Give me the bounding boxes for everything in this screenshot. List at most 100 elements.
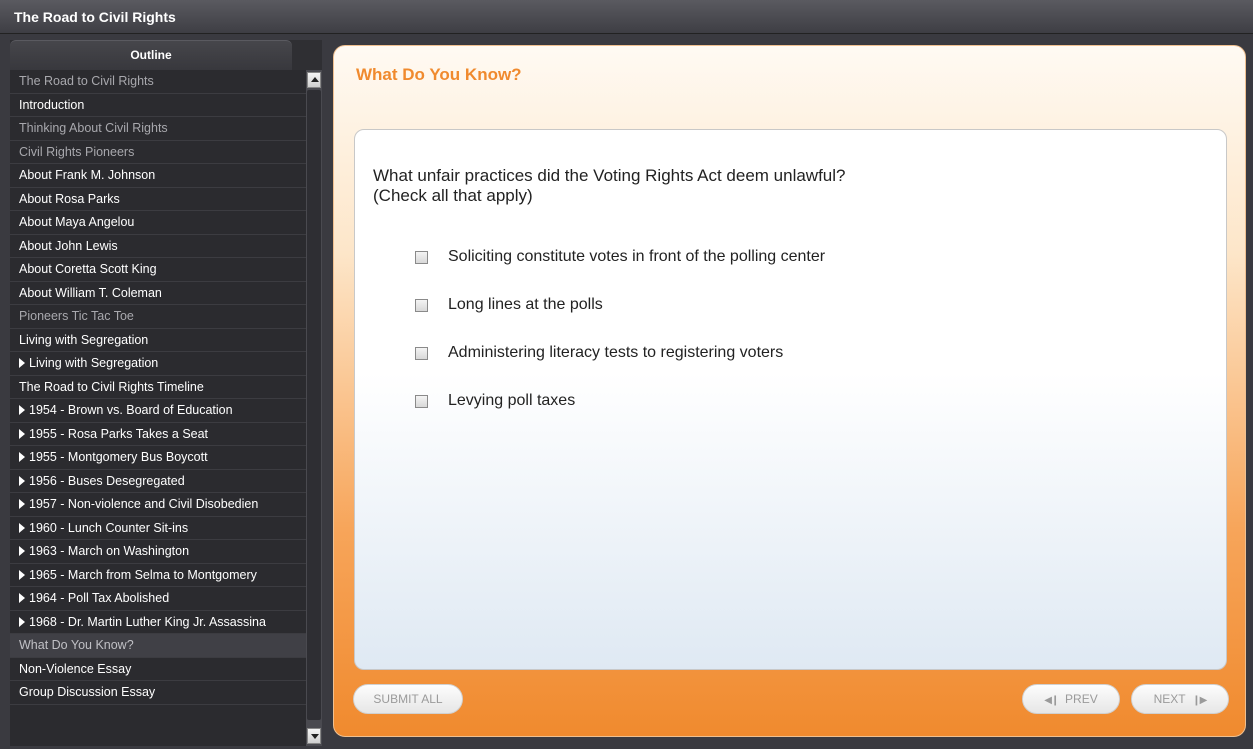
sidebar-item[interactable]: Pioneers Tic Tac Toe — [10, 305, 306, 329]
answer-option[interactable]: Levying poll taxes — [415, 389, 825, 413]
prev-label: PREV — [1065, 692, 1098, 706]
answer-checkbox[interactable] — [415, 346, 428, 360]
answer-option-label[interactable]: Soliciting constitute votes in front of … — [448, 248, 825, 266]
sidebar-item[interactable]: 1963 - March on Washington — [10, 540, 306, 564]
sidebar-item[interactable]: The Road to Civil Rights Timeline — [10, 376, 306, 399]
sidebar-item[interactable]: What Do You Know? — [10, 634, 306, 658]
answer-checkbox[interactable] — [415, 394, 428, 408]
sidebar-item-label: What Do You Know? — [19, 638, 134, 652]
sidebar-item-label: Living with Segregation — [19, 332, 149, 347]
answer-option[interactable]: Administering literacy tests to register… — [415, 341, 825, 365]
sidebar-item-label: 1968 - Dr. Martin Luther King Jr. Assass… — [29, 614, 266, 629]
sidebar-item-label: About Frank M. Johnson — [19, 168, 156, 182]
outline-sidebar: Outline The Road to Civil Rights Introduc… — [10, 40, 322, 746]
sidebar-item[interactable]: About Maya Angelou — [10, 211, 306, 235]
sidebar-item[interactable]: Thinking About Civil Rights — [10, 117, 306, 141]
question-line: What unfair practices did the Voting Rig… — [373, 166, 846, 185]
window-titlebar: The Road to Civil Rights — [0, 0, 1253, 34]
sidebar-item-label: About Coretta Scott King — [19, 262, 157, 276]
content-frame: What Do You Know? What unfair practices … — [333, 45, 1246, 737]
sidebar-item-label: About Rosa Parks — [19, 191, 120, 206]
outline-scrollbar[interactable] — [306, 70, 322, 746]
outline-tab-label: Outline — [130, 48, 172, 62]
arrow-down-icon — [311, 734, 319, 739]
answer-options: Soliciting constitute votes in front of … — [415, 245, 825, 437]
arrow-up-icon — [311, 77, 319, 82]
next-label: NEXT — [1153, 692, 1186, 706]
sidebar-item-label: 1964 - Poll Tax Abolished — [29, 591, 170, 605]
expand-arrow-icon[interactable] — [19, 546, 25, 556]
sidebar-item[interactable]: 1955 - Montgomery Bus Boycott — [10, 446, 306, 470]
sidebar-item-label: Non-Violence Essay — [19, 661, 132, 676]
answer-option-label[interactable]: Levying poll taxes — [448, 392, 575, 410]
sidebar-item-label: The Road to Civil Rights — [19, 74, 154, 88]
sidebar-item-label: 1965 - March from Selma to Montgomery — [29, 567, 257, 582]
sidebar-item-label: 1955 - Rosa Parks Takes a Seat — [29, 426, 209, 441]
tab-outline[interactable]: Outline — [10, 40, 292, 70]
sidebar-item-label: 1960 - Lunch Counter Sit-ins — [29, 520, 189, 535]
sidebar-item[interactable]: 1960 - Lunch Counter Sit-ins — [10, 517, 306, 540]
answer-option-label[interactable]: Administering literacy tests to register… — [448, 344, 783, 362]
sidebar-item-label: 1957 - Non-violence and Civil Disobedien — [29, 497, 259, 511]
sidebar-item[interactable]: Group Discussion Essay — [10, 681, 306, 705]
answer-checkbox[interactable] — [415, 250, 428, 264]
question-instruction: (Check all that apply) — [373, 186, 533, 205]
sidebar-item[interactable]: About John Lewis — [10, 235, 306, 258]
sidebar-item-label: About John Lewis — [19, 238, 118, 253]
sidebar-item[interactable]: The Road to Civil Rights — [10, 70, 306, 94]
scroll-down-button[interactable] — [307, 728, 321, 744]
sidebar-item[interactable]: 1957 - Non-violence and Civil Disobedien — [10, 493, 306, 517]
expand-arrow-icon[interactable] — [19, 499, 25, 509]
sidebar-item[interactable]: About Coretta Scott King — [10, 258, 306, 282]
sidebar-item-label: The Road to Civil Rights Timeline — [19, 379, 204, 394]
answer-checkbox[interactable] — [415, 298, 428, 312]
prev-button[interactable]: ◀❙ PREV — [1022, 684, 1120, 714]
sidebar-item[interactable]: 1968 - Dr. Martin Luther King Jr. Assass… — [10, 611, 306, 634]
answer-option[interactable]: Long lines at the polls — [415, 293, 825, 317]
prev-icon: ◀❙ — [1044, 695, 1059, 706]
expand-arrow-icon[interactable] — [19, 593, 25, 603]
expand-arrow-icon[interactable] — [19, 569, 25, 580]
sidebar-item-label: About Maya Angelou — [19, 215, 135, 229]
sidebar-item[interactable]: Living with Segregation — [10, 352, 306, 376]
sidebar-item[interactable]: 1955 - Rosa Parks Takes a Seat — [10, 423, 306, 446]
expand-arrow-icon[interactable] — [19, 358, 25, 368]
answer-option[interactable]: Soliciting constitute votes in front of … — [415, 245, 825, 269]
submit-all-button[interactable]: SUBMIT ALL — [353, 684, 463, 714]
sidebar-item-label: 1954 - Brown vs. Board of Education — [29, 403, 233, 417]
sidebar-item-label: Pioneers Tic Tac Toe — [19, 309, 134, 323]
outline-list: The Road to Civil Rights Introduction Thin… — [10, 70, 306, 746]
question-panel: What unfair practices did the Voting Rig… — [354, 129, 1227, 670]
expand-arrow-icon[interactable] — [19, 616, 25, 627]
sidebar-item-label: Group Discussion Essay — [19, 685, 156, 699]
expand-arrow-icon[interactable] — [19, 452, 25, 462]
next-button[interactable]: NEXT ❙▶ — [1131, 684, 1229, 714]
sidebar-item[interactable]: About William T. Coleman — [10, 282, 306, 305]
sidebar-item[interactable]: About Rosa Parks — [10, 188, 306, 211]
sidebar-item-label: Civil Rights Pioneers — [19, 144, 135, 159]
sidebar-item-label: Introduction — [19, 97, 85, 112]
sidebar-item[interactable]: Non-Violence Essay — [10, 658, 306, 681]
scroll-up-button[interactable] — [307, 72, 321, 88]
sidebar-item[interactable]: 1965 - March from Selma to Montgomery — [10, 564, 306, 587]
sidebar-item-label: 1956 - Buses Desegregated — [29, 473, 185, 488]
answer-option-label[interactable]: Long lines at the polls — [448, 296, 603, 314]
sidebar-item-label: 1963 - March on Washington — [29, 544, 190, 558]
expand-arrow-icon[interactable] — [19, 405, 25, 415]
sidebar-item[interactable]: 1956 - Buses Desegregated — [10, 470, 306, 493]
sidebar-item-label: Thinking About Civil Rights — [19, 121, 168, 135]
sidebar-item[interactable]: Civil Rights Pioneers — [10, 141, 306, 164]
sidebar-item[interactable]: 1964 - Poll Tax Abolished — [10, 587, 306, 611]
sidebar-item-label: About William T. Coleman — [19, 285, 162, 300]
sidebar-item[interactable]: Living with Segregation — [10, 329, 306, 352]
sidebar-item[interactable]: About Frank M. Johnson — [10, 164, 306, 188]
sidebar-item[interactable]: Introduction — [10, 94, 306, 117]
sidebar-item[interactable]: 1954 - Brown vs. Board of Education — [10, 399, 306, 423]
scroll-thumb[interactable] — [307, 90, 321, 720]
sidebar-item-label: Living with Segregation — [29, 356, 159, 370]
expand-arrow-icon[interactable] — [19, 475, 25, 486]
expand-arrow-icon[interactable] — [19, 522, 25, 533]
window-title: The Road to Civil Rights — [14, 9, 176, 25]
expand-arrow-icon[interactable] — [19, 428, 25, 439]
page-title: What Do You Know? — [356, 65, 522, 84]
